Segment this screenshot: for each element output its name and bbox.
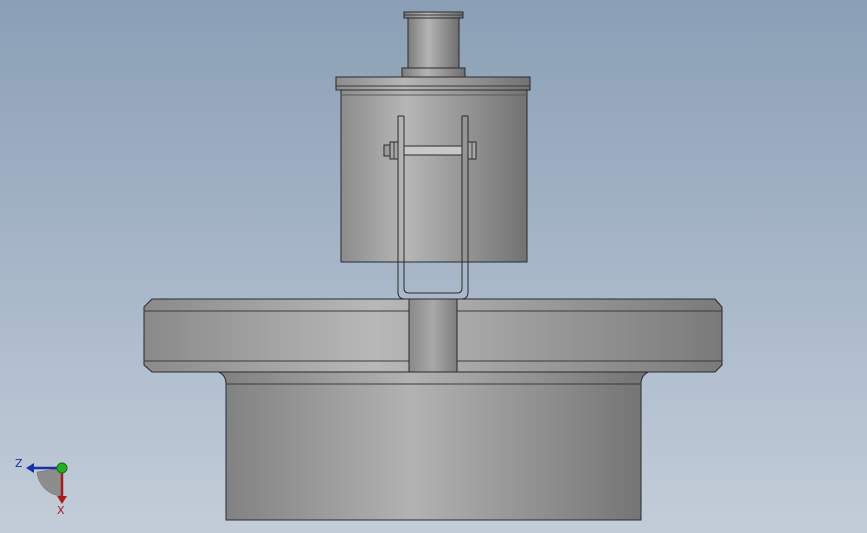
model-view[interactable] [0,0,867,533]
upper-housing[interactable] [335,76,531,263]
base-cylinder[interactable] [215,370,652,521]
z-axis-label: Z [15,457,23,470]
orientation-triad-icon: Z X [15,457,68,517]
top-spindle[interactable] [401,11,466,78]
x-axis-label: X [57,504,65,517]
graphics-viewport[interactable]: Z X [0,0,867,533]
y-axis-dot [56,462,68,474]
center-post[interactable] [408,298,458,373]
